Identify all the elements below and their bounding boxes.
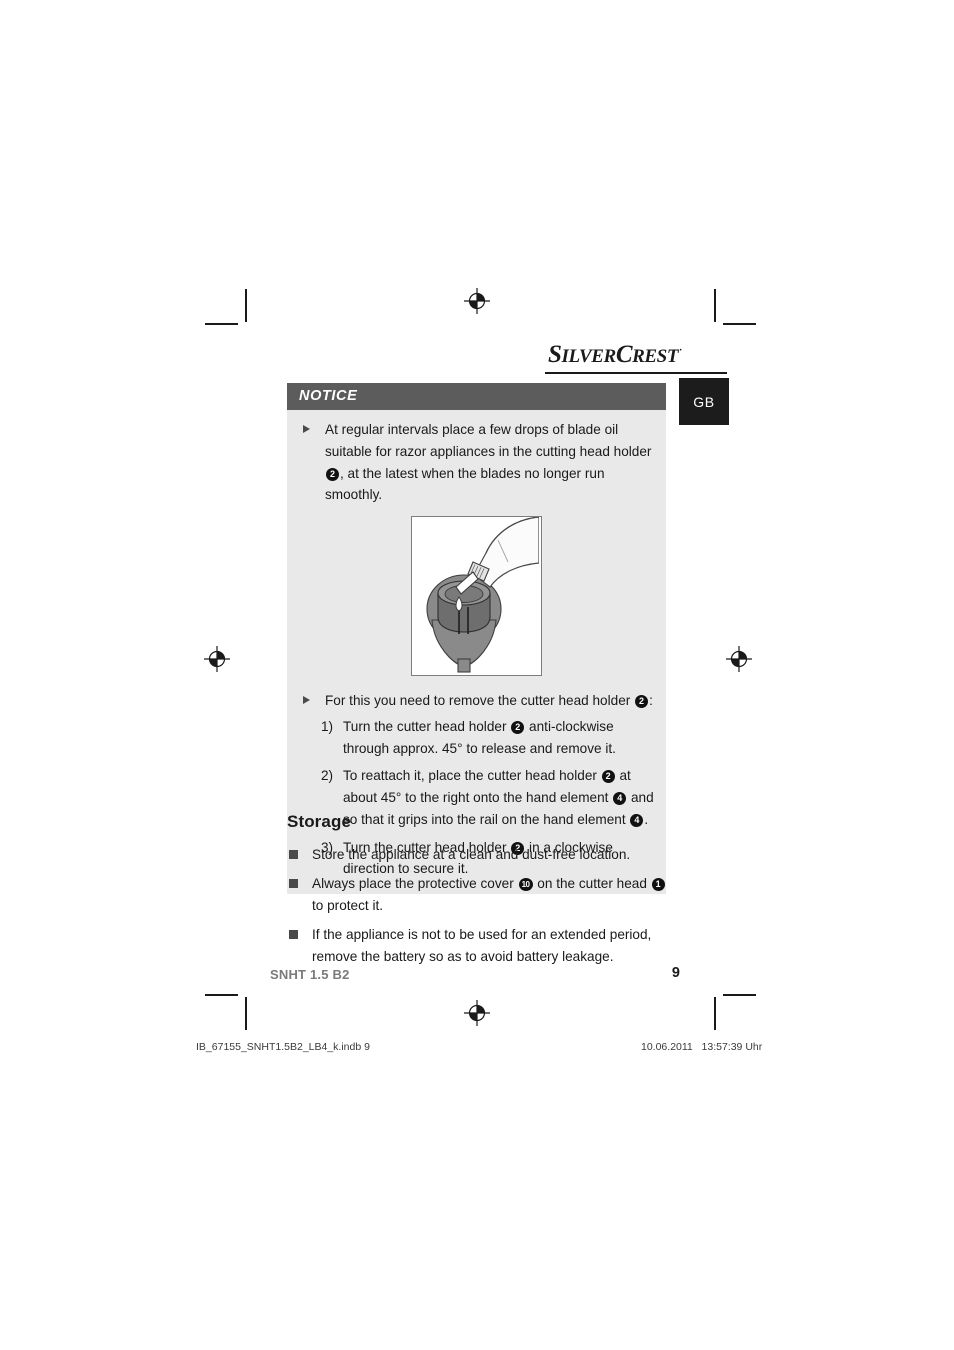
part-badge-1: 1 [651,878,665,892]
crop-mark-bottom-left-horizontal [205,994,238,996]
registration-mark-bottom [464,1000,490,1026]
storage-item-2-text-c: to protect it. [312,898,384,914]
page-title-storage: Storage [287,812,351,831]
language-tab-gb: GB [679,378,729,425]
storage-item-1-text-a: Store the appliance at a clean and dust-… [312,847,631,862]
part-badge-4: 4 [630,813,644,827]
registered-trademark-icon: · [679,345,682,356]
storage-item-3-text-a: If the appliance is not to be used for a… [312,927,652,965]
registration-mark-right [726,646,752,672]
part-badge-2: 2 [635,695,649,708]
storage-item-2-text-b: on the cutter head [533,876,651,892]
square-bullet-icon [289,879,298,889]
header-divider [545,372,727,374]
notice-bullet-2-text-b: : [649,693,653,708]
notice-step-2: 2) To reattach it, place the cutter head… [299,765,654,830]
part-badge-4: 4 [613,792,627,805]
print-file-reference: IB_67155_SNHT1.5B2_LB4_k.indb 9 [196,1041,370,1053]
crop-mark-bottom-right-horizontal [723,994,756,996]
logo-text-rest: REST [632,346,679,367]
notice-bullet-1: At regular intervals place a few drops o… [299,419,654,506]
storage-list: Store the appliance at a clean and dust-… [287,844,669,975]
part-badge-2: 2 [511,720,525,734]
notice-bullet-1-text-a: At regular intervals place a few drops o… [325,422,652,459]
crop-mark-top-right-horizontal [723,323,756,325]
triangle-bullet-icon [303,425,310,433]
notice-heading: NOTICE [287,383,666,410]
brand-logo: SILVERCREST· [548,341,682,369]
logo-text-ilver: ILVER [561,346,617,367]
storage-item-2: Always place the protective cover 10 on … [287,873,669,917]
crop-mark-top-left-horizontal [205,323,238,325]
part-badge-2: 2 [326,467,339,481]
crop-mark-bottom-left-vertical [245,997,247,1030]
notice-step-1: 1) Turn the cutter head holder 2 anti-cl… [299,716,654,760]
part-badge-2: 2 [601,770,615,784]
crop-mark-top-right-vertical [714,289,716,322]
crop-mark-bottom-right-vertical [714,997,716,1030]
document-page: SILVERCREST· GB NOTICE At regular interv… [0,0,954,1350]
triangle-bullet-icon [303,696,310,704]
figure-container [299,516,654,676]
registration-mark-top [464,288,490,314]
step-2-text-d: . [644,811,649,827]
footer-page-number: 9 [671,965,680,981]
print-timestamp: 10.06.2011 13:57:39 Uhr [641,1041,763,1053]
part-badge-10: 10 [518,878,533,892]
logo-text-c: C [615,341,633,368]
notice-bullet-2-text-a: For this you need to remove the cutter h… [325,693,635,708]
oil-application-illustration [411,516,542,676]
step-number: 2) [321,768,334,784]
notice-body: At regular intervals place a few drops o… [287,410,666,880]
square-bullet-icon [289,930,298,940]
logo-text-s: S [548,341,562,368]
step-1-text-a: Turn the cutter head holder [343,718,511,734]
storage-item-2-text-a: Always place the protective cover [312,876,518,892]
step-number: 1) [321,718,334,734]
notice-bullet-1-text-b: , at the latest when the blades no longe… [325,465,605,503]
storage-item-3: If the appliance is not to be used for a… [287,924,669,968]
footer-model-name: SNHT 1.5 B2 [270,967,350,982]
language-tab-label: GB [693,393,715,410]
crop-mark-top-left-vertical [245,289,247,322]
step-2-text-a: To reattach it, place the cutter head ho… [343,768,601,784]
notice-bullet-2: For this you need to remove the cutter h… [299,690,654,712]
registration-mark-left [204,646,230,672]
storage-item-1: Store the appliance at a clean and dust-… [287,844,669,866]
square-bullet-icon [289,850,298,859]
